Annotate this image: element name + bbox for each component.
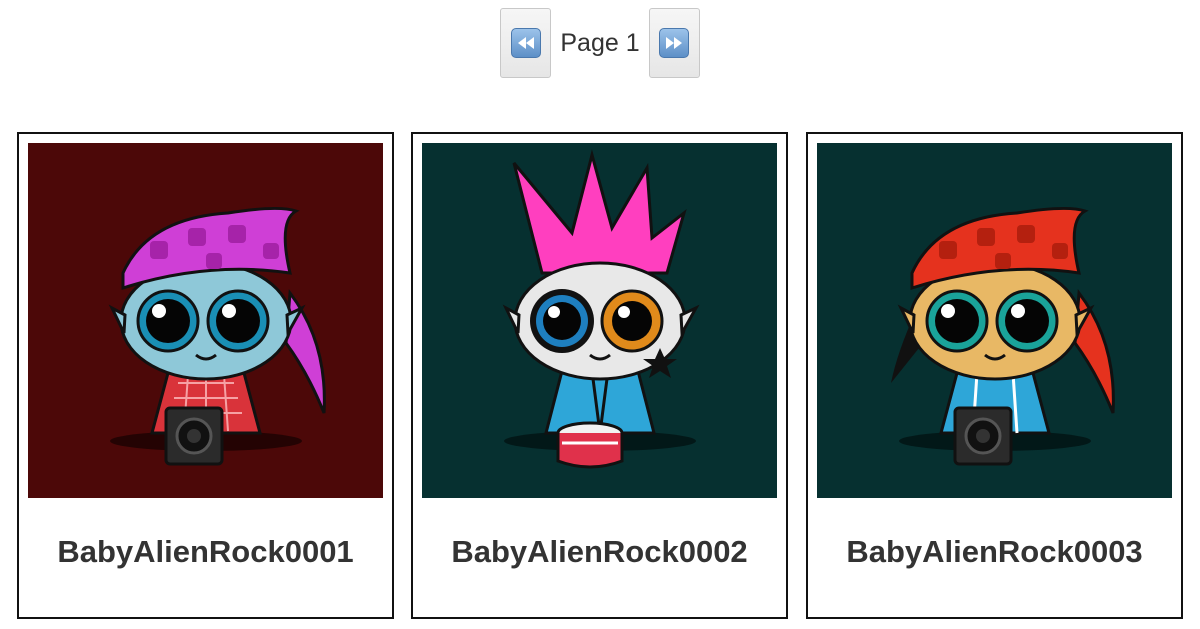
page-indicator: Page 1	[560, 28, 640, 57]
previous-page-button[interactable]	[500, 8, 552, 78]
nft-artwork[interactable]	[817, 143, 1172, 498]
nft-artwork[interactable]	[422, 143, 777, 498]
nft-card[interactable]: BabyAlienRock0001	[17, 132, 394, 619]
fast-forward-icon	[659, 28, 690, 58]
nft-card-title: BabyAlienRock0002	[451, 534, 748, 569]
nft-card-grid: BabyAlienRock0001 BabyAlienRock0002 Baby…	[17, 132, 1187, 619]
rewind-icon	[510, 28, 541, 58]
nft-card[interactable]: BabyAlienRock0002	[411, 132, 788, 619]
nft-artwork[interactable]	[28, 143, 383, 498]
nft-card-title: BabyAlienRock0003	[846, 534, 1143, 569]
pagination: Page 1	[0, 7, 1200, 79]
next-page-button[interactable]	[648, 8, 700, 78]
nft-card-title: BabyAlienRock0001	[57, 534, 354, 569]
nft-card[interactable]: BabyAlienRock0003	[806, 132, 1183, 619]
